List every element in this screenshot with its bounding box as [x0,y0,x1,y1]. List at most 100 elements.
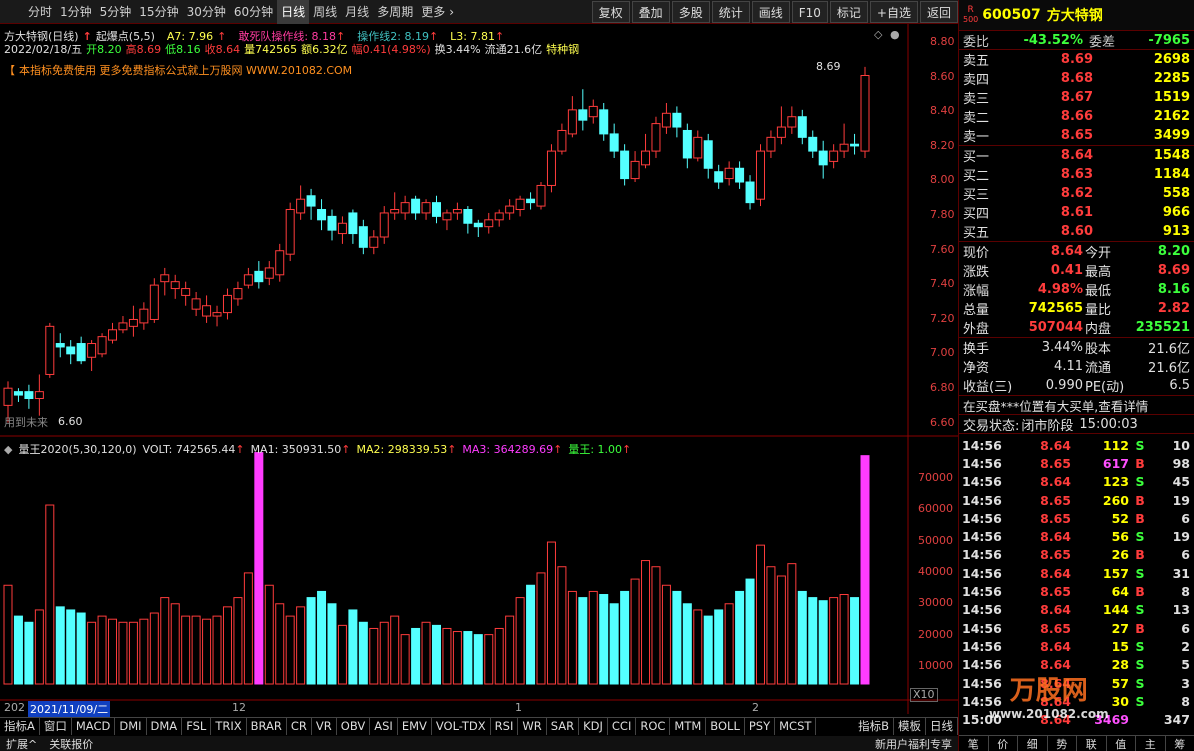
indicator-tab[interactable]: MACD [72,718,116,735]
indicator-tab[interactable]: BOLL [706,718,745,735]
period-tab[interactable]: 15分钟 [135,0,182,24]
date-axis-dec: 12 [232,701,246,714]
indicator-tab[interactable]: 指标A [0,718,40,735]
indicator-tab[interactable]: EMV [398,718,432,735]
period-tab[interactable]: 多周期 [373,0,417,24]
indicator-tab[interactable]: CCI [608,718,637,735]
bid-row[interactable]: 买三 8.62 558 [959,184,1194,203]
chevron-right-icon[interactable]: › [449,5,454,19]
indicator-tab[interactable]: RSI [491,718,519,735]
toolbar-button[interactable]: F10 [791,0,828,23]
panel-tab[interactable]: 筹 [1166,736,1194,751]
change-value: 幅0.41(4.98%) [351,43,431,56]
period-tab[interactable]: 1分钟 [56,0,96,24]
expand-button[interactable]: 扩展^ [0,736,43,751]
indicator-tab[interactable]: PSY [745,718,776,735]
ask-row[interactable]: 卖四 8.68 2285 [959,69,1194,88]
indicator-tab[interactable]: VOL-TDX [432,718,491,735]
diamond-icon[interactable]: ◇ [874,28,882,41]
tick-row: 14:56 8.64 157 S 31 [959,564,1194,582]
period-tab[interactable]: 分时 [24,0,56,24]
indicator-tab[interactable]: DMI [115,718,147,735]
candle-body [87,343,97,358]
period-tab[interactable]: 更多 [417,0,449,24]
bid-row[interactable]: 买五 8.60 913 [959,222,1194,241]
ask-row[interactable]: 卖三 8.67 1519 [959,88,1194,107]
settings-icon[interactable]: ◆ [4,443,12,456]
panel-tab[interactable]: 笔 [959,735,989,751]
panel-tab[interactable]: 联 [1077,735,1107,751]
bid-row[interactable]: 买四 8.61 966 [959,203,1194,222]
tick-row: 14:56 8.64 56 S 19 [959,527,1194,545]
new-user-link[interactable]: 新用户福利专享 [869,736,958,751]
indicator-tab[interactable]: ROC [636,718,671,735]
volume-bar [463,631,473,685]
toolbar-button[interactable]: 统计 [711,0,750,23]
candle-body [536,184,546,207]
ask-row[interactable]: 卖二 8.66 2162 [959,107,1194,126]
toolbar-button[interactable]: 多股 [671,0,710,23]
indicator-tab-right[interactable]: 模板 [894,718,926,735]
period-tab[interactable]: 日线 [277,0,310,24]
indicator-tab-right[interactable]: 指标B [854,718,894,735]
volume-bar [327,603,337,685]
ask-row[interactable]: 卖五 8.69 2698 [959,50,1194,69]
tick-volume: 123 [1102,474,1129,490]
stat-value: 0.990 [1045,378,1083,393]
indicator-tab[interactable]: TRIX [211,718,247,735]
indicator-tab[interactable]: MTM [670,718,707,735]
panel-tab[interactable]: 细 [1018,735,1048,751]
toolbar-button[interactable]: 叠加 [631,0,670,23]
panel-tab[interactable]: 值 [1107,735,1136,751]
toolbar-button[interactable]: 返回 [919,0,958,23]
indicator-tab[interactable]: FSL [182,718,212,735]
indicator-tab[interactable]: VR [312,718,337,735]
period-tab[interactable]: 月线 [341,0,373,24]
kline-chart-area[interactable]: 方大特钢(日线) ↑ 起爆点(5,5) A7: 7.96 ↑ 敢死队操作线: 8… [0,24,958,717]
volume-bar [296,606,306,685]
dot-icon[interactable]: ● [890,28,900,41]
watermark-logo: 万股网 www.201082.com [989,670,1109,721]
volume-bar [358,621,368,685]
candle-body [337,222,347,235]
indicator-tab[interactable]: 窗口 [40,718,72,735]
period-tab[interactable]: 60分钟 [230,0,277,24]
ask-book: 卖五 8.69 2698 卖四 8.68 2285 卖三 8.67 1519 卖二 8.66 2162… [959,49,1194,145]
ma1-value: MA1: 350931.50 [250,442,342,456]
toolbar-button[interactable]: 标记 [829,0,868,23]
ask-row[interactable]: 卖一 8.65 3499 [959,126,1194,145]
panel-tab[interactable]: 势 [1048,735,1077,751]
ad-banner[interactable]: 【 本指标免费使用 更多免费指标公式就上万股网 WWW.201082.COM [4,62,352,78]
bid-row[interactable]: 买一 8.64 1548 [959,146,1194,165]
kline-svg[interactable] [0,24,958,714]
candle-body [578,109,588,121]
big-order-notice[interactable]: 在买盘***位置有大买单,查看详情 [959,395,1194,414]
linked-quote-button[interactable]: 关联报价 [43,736,99,751]
tick-count: 45 [1172,474,1190,490]
panel-tab[interactable]: 主 [1136,735,1166,751]
indicator-tabs-right: 指标B 模板 日线 [854,718,958,735]
indicator-tab[interactable]: OBV [337,718,371,735]
indicator-tab[interactable]: MCST [775,718,817,735]
indicator-tab[interactable]: SAR [547,718,580,735]
tick-row: 14:56 8.65 26 B 6 [959,546,1194,564]
indicator-tab-right[interactable]: 日线 [926,718,958,735]
indicator-tab[interactable]: BRAR [247,718,287,735]
panel-tab[interactable]: 价 [989,735,1018,751]
indicator-tab[interactable]: DMA [147,718,183,735]
volume-bar [526,584,536,685]
period-tab[interactable]: 30分钟 [183,0,230,24]
indicator-tab[interactable]: CR [287,718,312,735]
toolbar-button[interactable]: 复权 [591,0,630,23]
period-tab[interactable]: 周线 [309,0,341,24]
period-tab[interactable]: 5分钟 [96,0,136,24]
stat-label: 总量 [963,303,990,318]
indicator-tab[interactable]: WR [518,718,547,735]
volume-bar [128,621,138,685]
indicator-tab[interactable]: KDJ [579,718,608,735]
toolbar-button[interactable]: 画线 [751,0,790,23]
indicator-tab[interactable]: ASI [370,718,398,735]
ask-volume: 2162 [1153,109,1190,124]
toolbar-button[interactable]: +自选 [869,0,918,23]
bid-row[interactable]: 买二 8.63 1184 [959,165,1194,184]
